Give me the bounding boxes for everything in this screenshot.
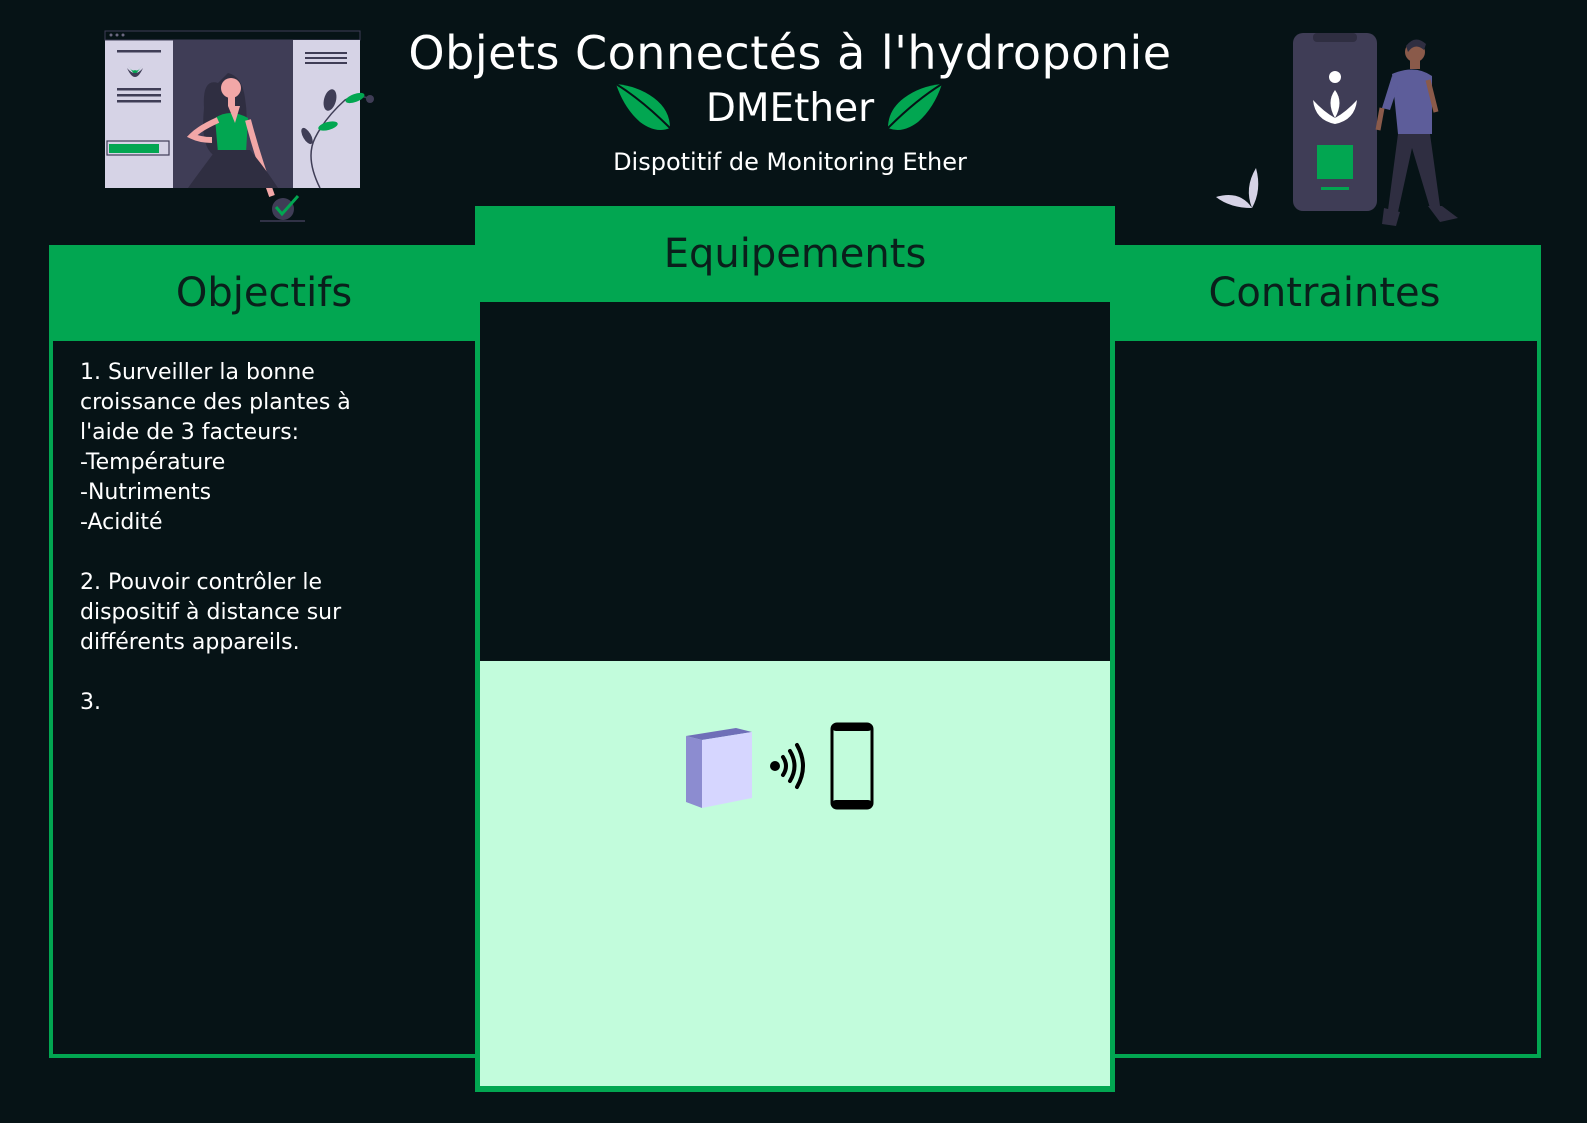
- page-title: Objets Connectés à l'hydroponie: [408, 26, 1172, 80]
- page-tagline: Dispotitif de Monitoring Ether: [613, 148, 967, 176]
- device-box-icon: [684, 726, 754, 810]
- objectifs-header: Objectifs: [49, 245, 479, 341]
- equipements-dark-area: [480, 302, 1110, 661]
- equipements-header: Equipements: [475, 206, 1115, 302]
- smartphone-icon: [830, 722, 874, 810]
- man-phone-illustration: [1210, 30, 1460, 230]
- contraintes-title: Contraintes: [1208, 270, 1441, 316]
- contraintes-header: Contraintes: [1108, 245, 1541, 341]
- objectifs-title: Objectifs: [175, 270, 353, 316]
- wireless-signal-icon: [768, 740, 808, 792]
- contraintes-column: [1108, 245, 1541, 1058]
- equipements-title: Equipements: [663, 231, 927, 277]
- objectifs-text: 1. Surveiller la bonne croissance des pl…: [80, 360, 351, 715]
- page-subtitle: DMEther: [705, 86, 875, 131]
- equipements-diagram-panel: [480, 661, 1110, 1086]
